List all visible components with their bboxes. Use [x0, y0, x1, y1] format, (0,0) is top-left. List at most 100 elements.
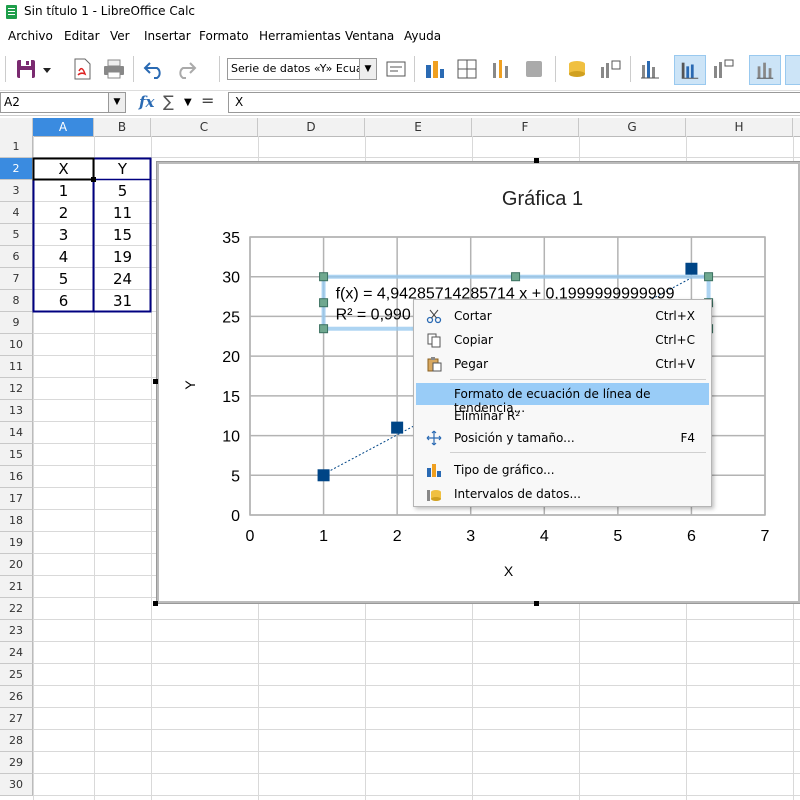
save-icon[interactable] [14, 57, 38, 81]
row-header[interactable]: 28 [0, 730, 33, 752]
format-selection-icon[interactable] [384, 57, 408, 81]
table-borders [32, 157, 152, 313]
menu-item-cut[interactable]: Cortar Ctrl+X [416, 305, 709, 327]
row-header[interactable]: 20 [0, 554, 33, 576]
row-header[interactable]: 26 [0, 686, 33, 708]
column-header-a[interactable]: A [33, 118, 94, 136]
menu-item-delete-r2[interactable]: Eliminar R² [416, 405, 709, 427]
menu-editar[interactable]: Editar [64, 29, 100, 43]
row-header[interactable]: 13 [0, 400, 33, 422]
row-header[interactable]: 25 [0, 664, 33, 686]
y-tick-label: 5 [231, 468, 240, 485]
resize-handle[interactable] [534, 601, 539, 606]
row-header[interactable]: 11 [0, 356, 33, 378]
menu-item-copy[interactable]: Copiar Ctrl+C [416, 329, 709, 351]
row-header[interactable]: 29 [0, 752, 33, 774]
y-tick-label: 10 [222, 429, 240, 446]
row-header[interactable]: 23 [0, 620, 33, 642]
x-tick-label: 1 [319, 528, 328, 545]
more-toolbar-button[interactable] [785, 55, 800, 85]
row-header[interactable]: 24 [0, 642, 33, 664]
toolbar [0, 50, 800, 88]
menu-item-paste[interactable]: Pegar Ctrl+V [416, 353, 709, 375]
column-header-c[interactable]: C [151, 118, 258, 136]
menu-ventana[interactable]: Ventana [345, 29, 394, 43]
redo-icon[interactable] [174, 57, 198, 81]
row-header[interactable]: 30 [0, 774, 33, 796]
row-header[interactable]: 22 [0, 598, 33, 620]
toolbar-separator [133, 56, 134, 82]
chart-type-icon[interactable] [423, 57, 447, 81]
toolbar-separator [630, 56, 631, 82]
chart-type-icon [427, 464, 441, 477]
legend-icon[interactable] [598, 57, 622, 81]
data-ranges-icon[interactable] [489, 57, 513, 81]
resize-handle[interactable] [534, 158, 539, 163]
horizontal-grids-icon[interactable] [638, 57, 662, 81]
row-header[interactable]: 10 [0, 334, 33, 356]
save-dropdown-icon[interactable] [40, 57, 54, 81]
menu-item-label: Intervalos de datos... [454, 487, 581, 501]
menu-ayuda[interactable]: Ayuda [404, 29, 441, 43]
menu-formato[interactable]: Formato [199, 29, 249, 43]
column-header-b[interactable]: B [94, 118, 151, 136]
axes-icon [756, 62, 774, 79]
column-header-g[interactable]: G [579, 118, 686, 136]
legend-on-off-icon[interactable] [711, 57, 735, 81]
selection-handle [319, 272, 329, 282]
function-wizard-icon[interactable]: fx [139, 93, 154, 111]
resize-handle[interactable] [153, 601, 158, 606]
column-header-i[interactable] [793, 118, 800, 136]
row-header[interactable]: 27 [0, 708, 33, 730]
menu-archivo[interactable]: Archivo [8, 29, 53, 43]
resize-handle[interactable] [153, 379, 158, 384]
data-table-icon[interactable] [455, 57, 479, 81]
menu-item-chart-type[interactable]: Tipo de gráfico... [416, 459, 709, 481]
export-pdf-icon[interactable] [70, 57, 94, 81]
insert-titles-button[interactable] [674, 55, 706, 85]
column-header-e[interactable]: E [365, 118, 472, 136]
select-all-corner[interactable] [0, 118, 33, 136]
menu-item-shortcut: Ctrl+X [655, 309, 695, 323]
chart-element-select[interactable]: Serie de datos «Y» Ecuación ▼ [227, 58, 377, 80]
data-series-icon[interactable] [565, 57, 589, 81]
sum-icon[interactable]: ∑ [163, 92, 174, 111]
row-header[interactable]: 18 [0, 510, 33, 532]
y-tick-label: 0 [231, 508, 240, 525]
menu-item-position-size[interactable]: Posición y tamaño... F4 [416, 427, 709, 449]
toolbar-separator [555, 56, 556, 82]
x-axis-label: X [504, 563, 514, 579]
column-header-h[interactable]: H [686, 118, 793, 136]
name-box[interactable]: A2 ▼ [0, 92, 126, 113]
menu-ver[interactable]: Ver [110, 29, 130, 43]
menu-item-format-trendline-equation[interactable]: Formato de ecuación de línea de tendenci… [416, 383, 709, 415]
menu-insertar[interactable]: Insertar [144, 29, 191, 43]
menu-item-shortcut: Ctrl+C [655, 333, 695, 347]
chevron-down-icon[interactable]: ▼ [108, 93, 125, 112]
formula-input[interactable]: X [228, 92, 800, 113]
row-header[interactable]: 12 [0, 378, 33, 400]
formula-icon[interactable]: = [201, 91, 214, 110]
menu-herramientas[interactable]: Herramientas [259, 29, 341, 43]
row-header[interactable]: 16 [0, 466, 33, 488]
window-title: Sin título 1 - LibreOffice Calc [24, 4, 195, 18]
selection-handle [511, 272, 521, 282]
menu-item-label: Copiar [454, 333, 493, 347]
row-header[interactable]: 15 [0, 444, 33, 466]
chart-area-icon[interactable] [522, 57, 546, 81]
sum-dropdown-icon[interactable]: ▼ [184, 97, 192, 108]
row-header[interactable]: 14 [0, 422, 33, 444]
r-squared-label: R² = 0,990 [336, 307, 411, 324]
undo-icon[interactable] [142, 57, 166, 81]
menu-item-data-ranges[interactable]: Intervalos de datos... [416, 483, 709, 505]
column-header-f[interactable]: F [472, 118, 579, 136]
row-header[interactable]: 19 [0, 532, 33, 554]
data-point [391, 421, 404, 434]
row-header[interactable]: 17 [0, 488, 33, 510]
context-menu: Cortar Ctrl+X Copiar Ctrl+C Pegar Ctrl+V… [413, 299, 712, 507]
row-header[interactable]: 21 [0, 576, 33, 598]
chevron-down-icon[interactable]: ▼ [359, 59, 376, 79]
print-icon[interactable] [102, 57, 126, 81]
column-header-d[interactable]: D [258, 118, 365, 136]
axes-button[interactable] [749, 55, 781, 85]
